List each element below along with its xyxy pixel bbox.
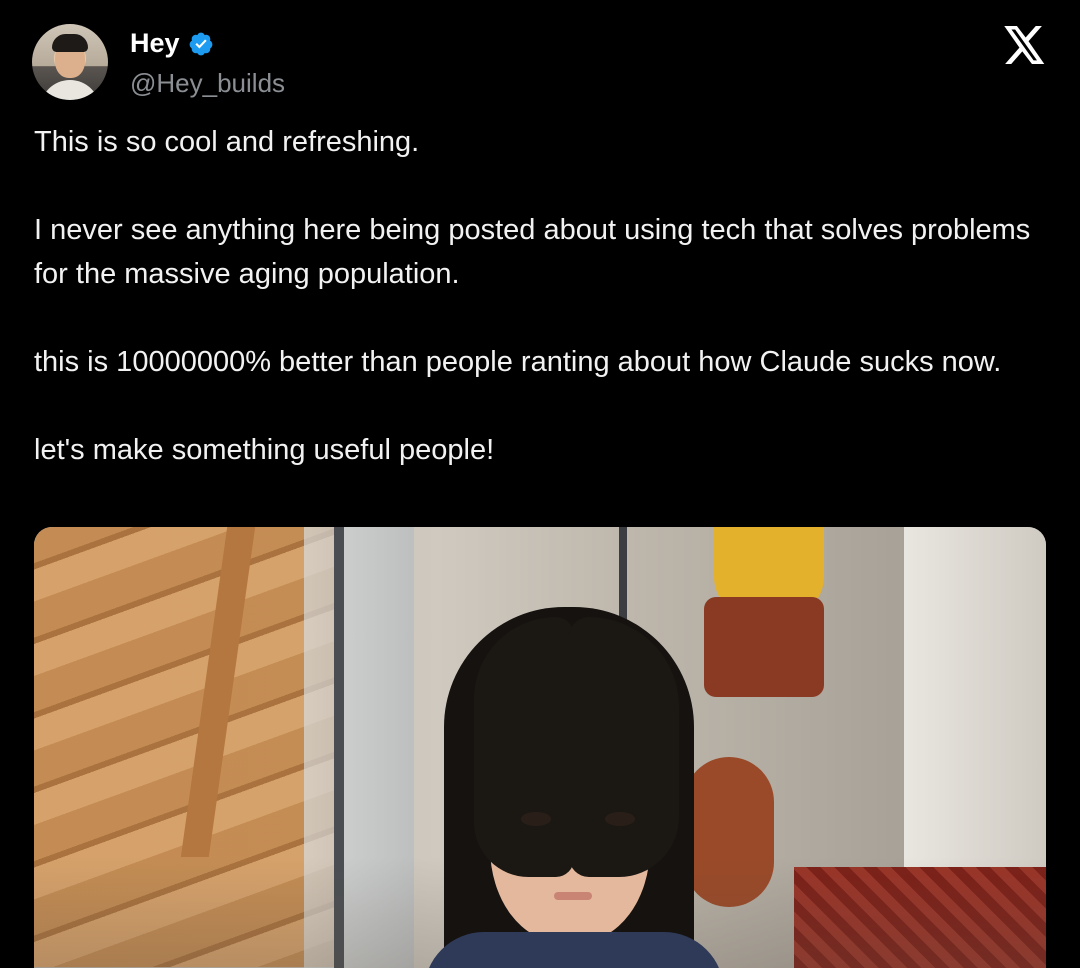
photo-person-hair-left (474, 617, 574, 877)
tweet-paragraph: I never see anything here being posted a… (34, 214, 1031, 290)
photo-person-mouth (554, 892, 592, 900)
tweet-paragraph: let's make something useful people! (34, 434, 495, 466)
photo-person-eye (521, 812, 551, 826)
author-name[interactable]: Hey (130, 28, 180, 59)
x-logo-icon[interactable] (1004, 26, 1046, 64)
avatar-hair (52, 34, 88, 52)
avatar-shirt (40, 80, 100, 100)
tweet-media-photo[interactable] (34, 527, 1046, 968)
author-handle[interactable]: @Hey_builds (130, 68, 285, 99)
tweet-text: This is so cool and refreshing. I never … (34, 120, 1054, 472)
photo-bag (704, 597, 824, 697)
tweet-paragraph: This is so cool and refreshing. (34, 126, 420, 158)
author-name-row[interactable]: Hey (130, 28, 214, 59)
photo-person-shirt (424, 932, 724, 968)
photo-person-hair-right (569, 617, 679, 877)
verified-badge-icon (188, 31, 214, 57)
author-avatar[interactable] (32, 24, 108, 100)
tweet-paragraph: this is 10000000% better than people ran… (34, 346, 1002, 378)
photo-person-eye (605, 812, 635, 826)
